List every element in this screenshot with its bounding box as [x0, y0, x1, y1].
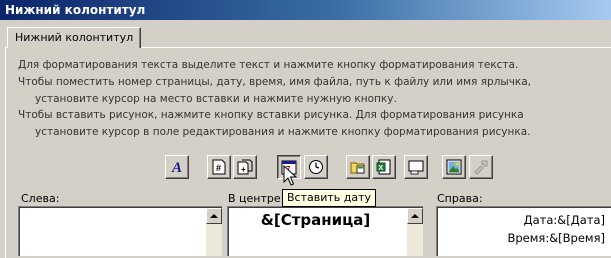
tab-footer-label: Нижний колонтитул — [15, 31, 134, 44]
header-footer-dialog: Нижний колонтитул Нижний колонтитул Для … — [0, 0, 611, 258]
dialog-titlebar[interactable]: Нижний колонтитул — [0, 0, 611, 20]
mouse-cursor-icon — [283, 165, 297, 186]
tab-panel — [5, 47, 611, 258]
tab-footer[interactable]: Нижний колонтитул — [7, 27, 142, 48]
dialog-title: Нижний колонтитул — [5, 3, 146, 17]
insert-date-tooltip: Вставить дату — [282, 189, 377, 207]
tooltip-text: Вставить дату — [287, 191, 372, 204]
